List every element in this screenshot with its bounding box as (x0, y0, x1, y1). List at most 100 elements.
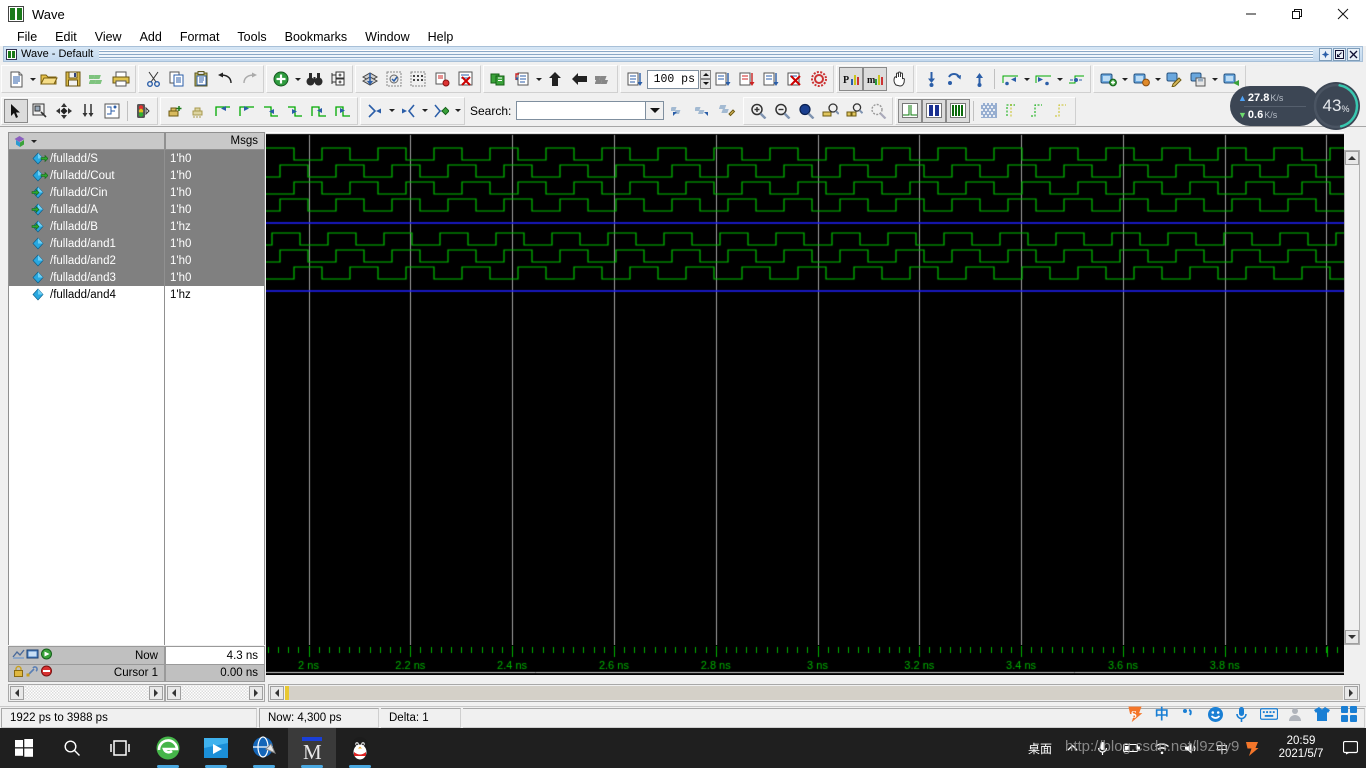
volume-icon[interactable] (1182, 738, 1202, 758)
close-button[interactable] (1320, 0, 1366, 28)
compile-icon[interactable] (486, 67, 510, 91)
qq-button[interactable] (336, 728, 384, 768)
search-prev-icon[interactable] (667, 99, 691, 123)
show-hidden-icons-chevron[interactable] (1062, 738, 1082, 758)
grid-both-icon[interactable] (1049, 99, 1073, 123)
extend-right-icon[interactable] (283, 99, 307, 123)
cut-icon[interactable] (141, 67, 165, 91)
profile-memory-icon[interactable]: m (863, 67, 887, 91)
signal-value-list[interactable]: 1'h0 1'h0 1'h0 1'h0 1'hz 1'h0 1'h0 1'h0 1'hz (165, 150, 265, 645)
waveform-canvas[interactable] (266, 132, 1344, 645)
name-hscroll-right-button[interactable] (149, 686, 163, 700)
task-view-button[interactable] (96, 728, 144, 768)
sogou-logo-icon[interactable]: S (1126, 705, 1144, 723)
wifi-icon[interactable] (1152, 738, 1172, 758)
time-axis-ruler[interactable] (266, 645, 1344, 675)
save-bookmark-dropdown-arrow[interactable] (1210, 67, 1219, 91)
zoom-cursor-icon[interactable] (818, 99, 842, 123)
edit-mode-icon[interactable] (100, 99, 124, 123)
delete-edge-icon[interactable] (187, 99, 211, 123)
step-up-icon[interactable] (543, 67, 567, 91)
edit-bookmark-icon[interactable] (1162, 67, 1186, 91)
break-icon[interactable] (783, 67, 807, 91)
sogou-tray-icon[interactable] (1242, 738, 1262, 758)
zoom-last-icon[interactable] (866, 99, 890, 123)
search-next-icon[interactable] (691, 99, 715, 123)
configure-cursor-icon[interactable] (26, 664, 39, 682)
lock-cursor-icon[interactable] (12, 664, 25, 682)
show-desktop-label[interactable]: 桌面 (1028, 740, 1052, 757)
menu-edit[interactable]: Edit (46, 28, 86, 46)
mdi-restore-button[interactable] (1333, 47, 1346, 61)
move-left-icon[interactable] (307, 99, 331, 123)
find-rising-edge-dropdown-arrow[interactable] (1055, 67, 1064, 91)
value-hscroll-track[interactable] (182, 686, 248, 700)
signal-row[interactable]: /fulladd/S (9, 150, 164, 167)
value-hscroll-left-button[interactable] (167, 686, 181, 700)
name-hscroll-track[interactable] (25, 686, 148, 700)
user-icon[interactable] (1287, 705, 1305, 723)
grid-rising-icon[interactable] (1001, 99, 1025, 123)
mdi-close-button[interactable] (1347, 47, 1360, 61)
run-next-icon[interactable] (759, 67, 783, 91)
save-icon[interactable] (61, 67, 85, 91)
insert-cursor-icon[interactable] (919, 67, 943, 91)
run-icon[interactable] (623, 67, 647, 91)
wave-hscroll-track[interactable] (289, 686, 1343, 700)
undo-icon[interactable] (213, 67, 237, 91)
battery-icon[interactable] (1122, 738, 1142, 758)
simulate-icon[interactable] (510, 67, 534, 91)
signal-row[interactable]: /fulladd/B (9, 218, 164, 235)
zoom-mode-icon[interactable] (28, 99, 52, 123)
contract-time-dropdown-arrow[interactable] (420, 99, 429, 123)
extend-left-icon[interactable] (259, 99, 283, 123)
cursor-mode-icon[interactable] (76, 99, 100, 123)
find-any-edge-icon[interactable] (1064, 67, 1088, 91)
microphone-icon[interactable] (1233, 705, 1251, 723)
signal-search-icon[interactable] (430, 67, 454, 91)
name-pane-hscrollbar[interactable] (8, 684, 165, 702)
scroll-down-button[interactable] (1345, 630, 1359, 644)
menu-tools[interactable]: Tools (228, 28, 275, 46)
menu-format[interactable]: Format (171, 28, 229, 46)
modelsim-button[interactable]: M (288, 728, 336, 768)
save-bookmark-icon[interactable] (1186, 67, 1210, 91)
add-object-icon[interactable] (269, 67, 293, 91)
run-all-icon[interactable] (711, 67, 735, 91)
simulate-dropdown-arrow[interactable] (534, 67, 543, 91)
search-options-icon[interactable] (715, 99, 739, 123)
select-mode-icon[interactable] (4, 98, 28, 123)
pan-mode-icon[interactable] (52, 99, 76, 123)
insert-pulse-icon[interactable] (163, 99, 187, 123)
menu-view[interactable]: View (86, 28, 131, 46)
step-back-icon[interactable] (567, 67, 591, 91)
menu-bookmarks[interactable]: Bookmarks (276, 28, 357, 46)
expand-time-icon[interactable] (363, 99, 387, 123)
name-column-header[interactable] (8, 132, 165, 150)
zoom-full-icon[interactable] (794, 99, 818, 123)
zoom-in-icon[interactable] (746, 99, 770, 123)
mdi-undock-button[interactable] (1319, 47, 1332, 61)
name-hscroll-left-button[interactable] (10, 686, 24, 700)
show-drivers-icon[interactable] (12, 647, 25, 665)
emoji-icon[interactable] (1206, 705, 1224, 723)
zoom-range-icon[interactable] (842, 99, 866, 123)
paste-icon[interactable] (189, 67, 213, 91)
find-falling-edge-icon[interactable] (998, 67, 1022, 91)
signal-row[interactable]: /fulladd/and4 (9, 286, 164, 303)
toolbox-icon[interactable] (1340, 705, 1358, 723)
new-document-dropdown-arrow[interactable] (28, 67, 37, 91)
traffic-light-icon[interactable] (131, 99, 155, 123)
menu-help[interactable]: Help (419, 28, 463, 46)
wave-hscroll-right-button[interactable] (1344, 686, 1358, 700)
dataset-snapshot-icon[interactable] (382, 67, 406, 91)
invert-right-icon[interactable] (235, 99, 259, 123)
print-icon[interactable] (109, 67, 133, 91)
wave-format-bar-icon[interactable] (946, 98, 971, 123)
profile-performance-icon[interactable]: P (839, 67, 863, 91)
microphone-icon[interactable] (1092, 738, 1112, 758)
signal-row[interactable]: /fulladd/and2 (9, 252, 164, 269)
signal-row[interactable]: /fulladd/A (9, 201, 164, 218)
wave-vertical-scrollbar[interactable] (1344, 150, 1360, 645)
search-input[interactable] (516, 101, 647, 120)
